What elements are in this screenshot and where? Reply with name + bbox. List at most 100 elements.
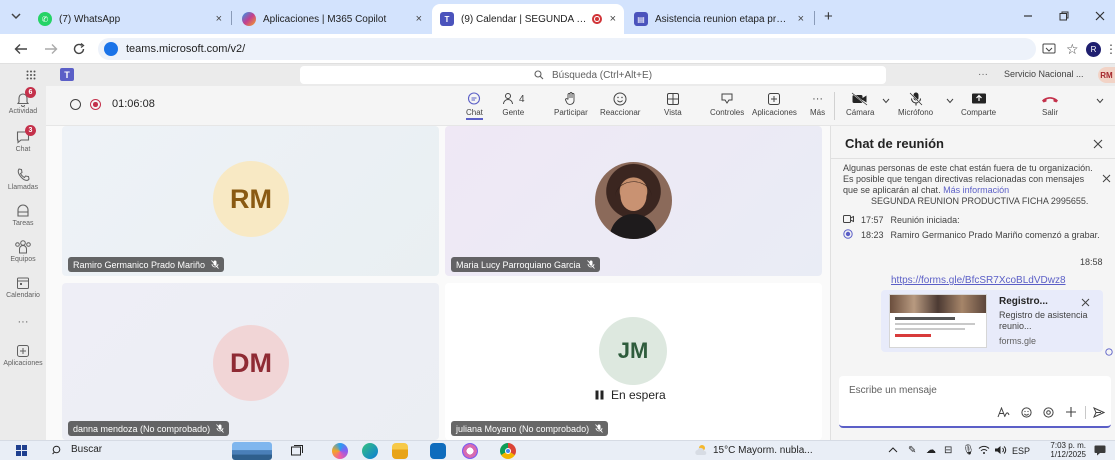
browser-tab-asistencia[interactable]: ▤ Asistencia reunion etapa produ × [626,4,812,34]
new-tab-button[interactable]: + [824,8,833,25]
app-launcher-icon[interactable] [26,70,36,80]
microphone-button[interactable]: Micrófono [898,90,933,117]
control-label: Gente [502,108,525,117]
emoji-icon[interactable] [1021,407,1032,418]
tray-cloud-icon[interactable]: ☁ [926,445,936,456]
message-compose-box[interactable]: Escribe un mensaje [839,376,1111,428]
meeting-chat-panel: Chat de reunión Algunas personas de este… [830,126,1115,440]
site-info-icon[interactable] [104,42,118,56]
cast-icon[interactable] [1042,43,1056,55]
controls-button[interactable]: Controles [710,90,744,117]
window-close-button[interactable] [1094,10,1106,22]
mic-options-chevron-icon[interactable] [946,98,954,104]
participant-tile[interactable]: DM danna mendoza (No comprobado) [62,283,439,440]
forward-arrow-icon[interactable] [44,43,58,55]
chat-button[interactable]: Chat [466,90,483,120]
rail-item-chat[interactable]: 3 Chat [0,124,46,164]
windows-start-icon[interactable] [16,445,27,456]
tab-search-chevron-icon[interactable] [10,10,22,22]
taskbar-clock[interactable]: 7:03 p. m. 1/12/2025 [1046,441,1086,459]
link-preview-card[interactable]: Registro... Registro de asistencia reuni… [881,290,1103,352]
leave-options-chevron-icon[interactable] [1096,98,1104,104]
controls-icon [719,90,735,108]
weather-widget[interactable]: 15°C Mayorm. nubla... [694,444,813,456]
tray-pen-icon[interactable]: ✎ [908,445,916,456]
window-minimize-button[interactable] [1022,10,1034,22]
windows-taskbar: Buscar 15°C Mayorm. nubla... ✎ ☁ ⊟ 🎙︎ ES… [0,440,1115,460]
weather-icon [694,444,708,456]
outlook-icon[interactable] [430,443,446,459]
camera-button[interactable]: Cámara [846,90,874,117]
learn-more-link[interactable]: Más información [943,185,1009,195]
window-restore-button[interactable] [1058,10,1070,22]
tray-chevron-icon[interactable] [888,446,898,454]
format-icon[interactable] [997,407,1010,418]
back-arrow-icon[interactable] [14,43,28,55]
meeting-info-icon[interactable] [70,99,81,110]
file-explorer-icon[interactable] [392,443,408,459]
browser-tab-whatsapp[interactable]: ✆ (7) WhatsApp × [30,4,230,34]
tray-mic-icon[interactable]: 🎙︎ [962,445,975,456]
browser-tab-copilot[interactable]: Aplicaciones | M365 Copilot × [234,4,430,34]
browser-tab-calendar[interactable]: T (9) Calendar | SEGUNDA REUNI × [432,4,624,34]
org-name[interactable]: Servicio Nacional ... [1004,69,1084,79]
rail-item-equipos[interactable]: Equipos [0,234,46,274]
whatsapp-icon: ✆ [38,12,52,26]
reload-icon[interactable] [72,42,86,56]
dismiss-notice-icon[interactable] [1102,174,1111,183]
apps-button[interactable]: Aplicaciones [752,90,797,117]
chat-icon: 3 [13,125,36,146]
close-tab-icon[interactable]: × [416,13,422,25]
url-text: teams.microsoft.com/v2/ [126,43,246,55]
copilot-icon[interactable] [332,443,348,459]
user-avatar[interactable]: RM [1098,67,1115,83]
camera-options-chevron-icon[interactable] [882,98,890,104]
share-button[interactable]: Comparte [961,90,996,117]
widgets-landscape-icon[interactable] [232,442,272,460]
rail-label: Tareas [12,220,34,227]
close-chat-icon[interactable] [1093,139,1103,149]
add-attachment-icon[interactable] [1065,406,1077,418]
rail-label: Aplicaciones [3,360,43,367]
participant-tile[interactable]: Maria Lucy Parroquiano Garcia [445,126,822,276]
remove-preview-icon[interactable] [1081,298,1090,307]
more-button[interactable]: ··· Más [810,90,825,117]
react-button[interactable]: Reaccionar [600,90,640,117]
wifi-icon[interactable] [978,445,990,455]
profile-avatar[interactable]: R [1086,42,1101,57]
leave-button[interactable]: Salir [1040,90,1060,117]
rail-item-aplicaciones[interactable]: Aplicaciones [0,338,46,378]
control-label: Comparte [961,108,997,117]
notifications-icon[interactable] [1094,445,1106,456]
close-tab-icon[interactable]: × [216,13,222,25]
raise-hand-button[interactable]: Participar [554,90,588,117]
rail-item-llamadas[interactable]: Llamadas [0,162,46,202]
url-input[interactable]: teams.microsoft.com/v2/ [98,38,1036,60]
close-tab-icon[interactable]: × [798,13,804,25]
rail-item-calendario[interactable]: Calendario [0,270,46,310]
message-link[interactable]: https://forms.gle/BfcSR7XcoBLdVDwz8 [891,275,1066,286]
participant-tile[interactable]: JM En espera juliana Moyano (No comproba… [445,283,822,440]
grid-view-icon [665,90,681,108]
teams-more-button[interactable]: ··· [978,69,988,80]
browser-menu-icon[interactable]: ⋮ [1105,42,1115,56]
people-button[interactable]: 4 Gente [502,90,525,117]
close-tab-icon[interactable]: × [610,13,616,25]
search-input[interactable]: Búsqueda (Ctrl+Alt+E) [300,66,886,84]
bookmark-star-icon[interactable]: ☆ [1066,41,1079,58]
participant-tile[interactable]: RM Ramiro Germanico Prado Mariño [62,126,439,276]
volume-icon[interactable] [994,445,1007,455]
tray-device-icon[interactable]: ⊟ [944,445,952,456]
view-button[interactable]: Vista [664,90,682,117]
loop-icon[interactable] [1043,407,1054,418]
activity-badge: 6 [25,87,36,98]
edge-icon[interactable] [362,443,378,459]
compose-input[interactable]: Escribe un mensaje [849,385,937,396]
taskbar-search[interactable]: Buscar [52,444,102,455]
rail-item-tareas[interactable]: Tareas [0,198,46,238]
task-view-icon[interactable] [290,444,304,458]
rail-item-actividad[interactable]: 6 Actividad [0,86,46,126]
snipping-tool-icon[interactable] [462,443,478,459]
input-language[interactable]: ESP [1012,446,1030,456]
send-icon[interactable] [1093,407,1105,418]
